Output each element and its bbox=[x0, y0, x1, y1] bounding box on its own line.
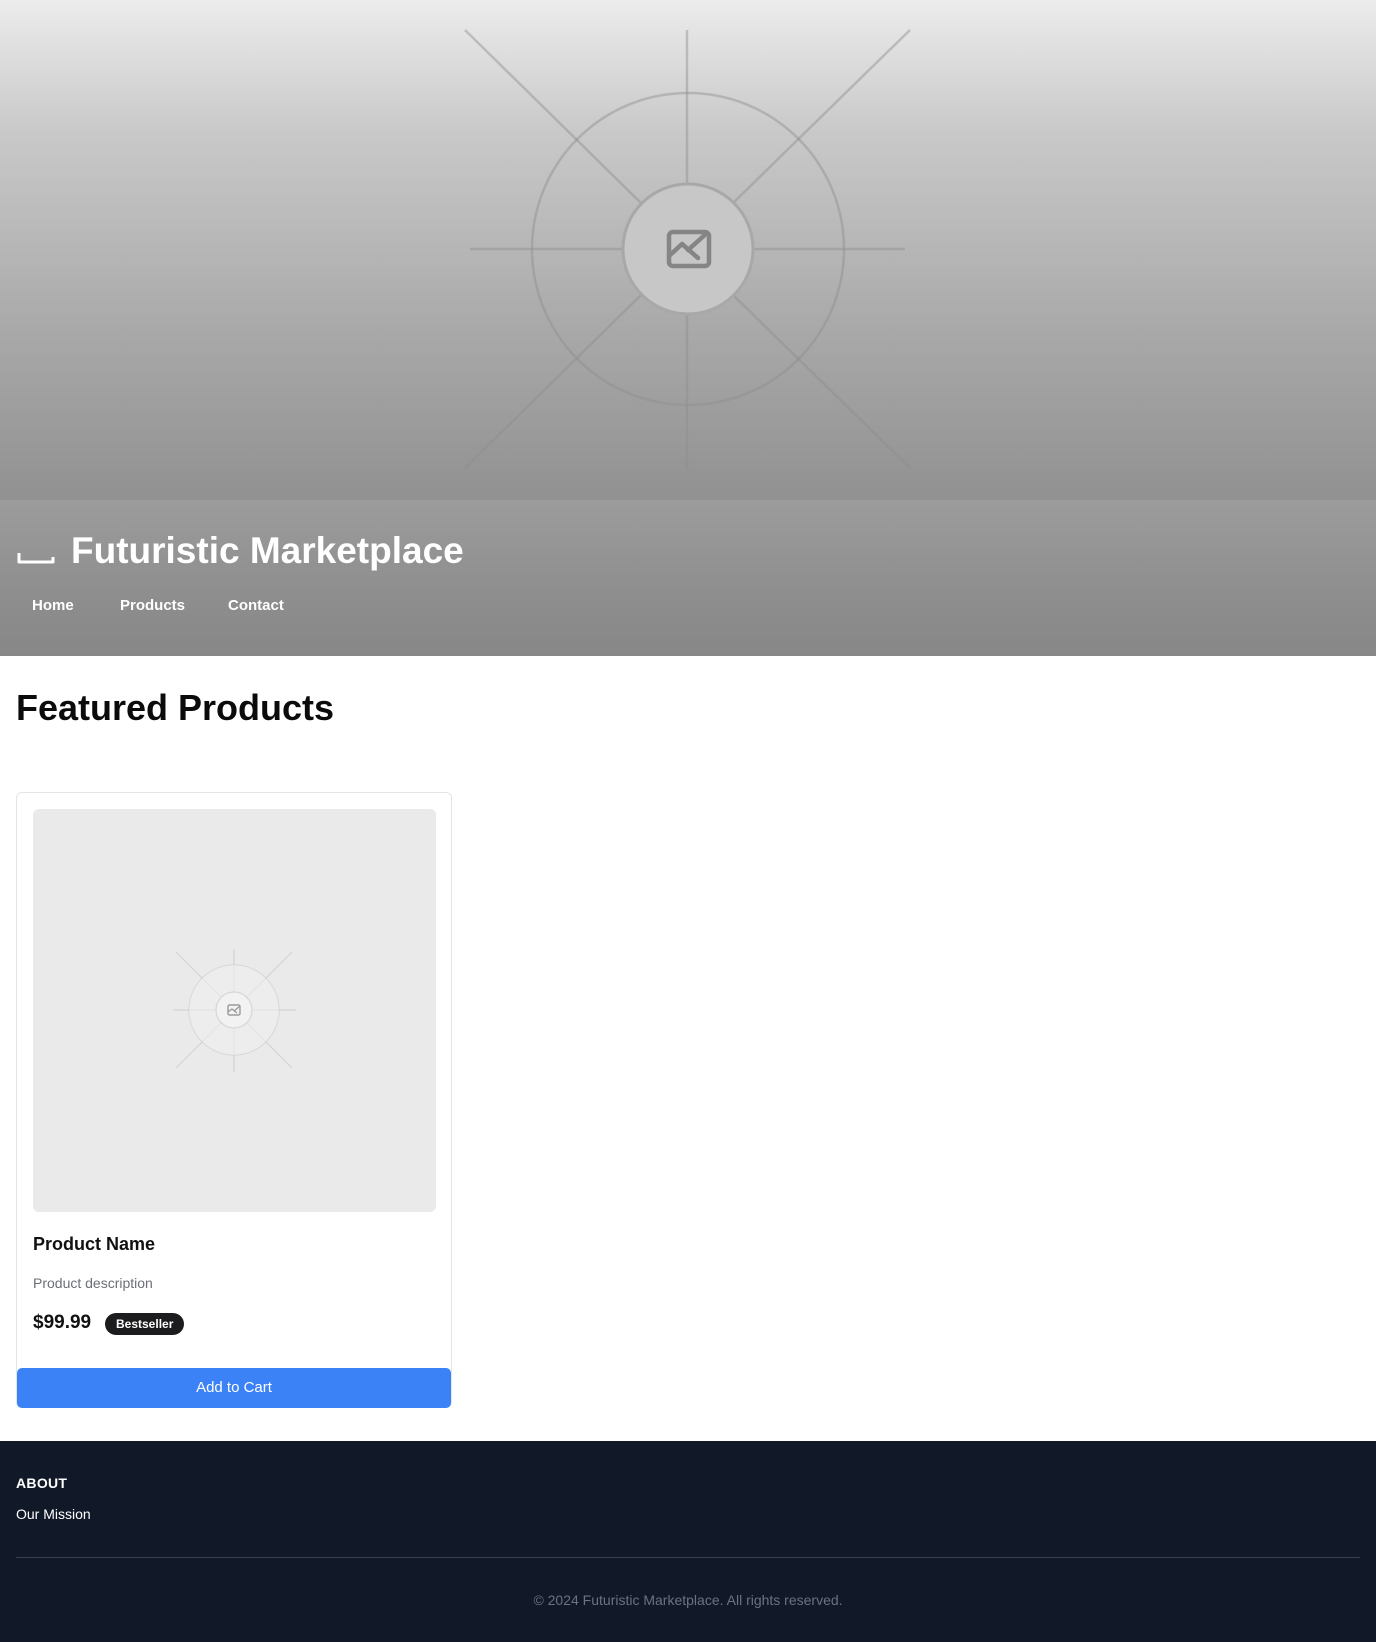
footer-about-heading: ABOUT bbox=[16, 1475, 68, 1491]
nav-link-products[interactable]: Products bbox=[120, 596, 185, 616]
product-image-placeholder bbox=[173, 949, 296, 1072]
nav-link-home[interactable]: Home bbox=[32, 596, 74, 616]
bestseller-badge: Bestseller bbox=[105, 1313, 185, 1335]
nav-link-contact[interactable]: Contact bbox=[228, 596, 284, 616]
site-footer: ABOUT Our Mission © 2024 Futuristic Mark… bbox=[0, 1441, 1376, 1642]
product-image[interactable] bbox=[33, 809, 436, 1212]
underscore-logo-icon[interactable] bbox=[17, 551, 55, 565]
footer-link-our-mission[interactable]: Our Mission bbox=[16, 1504, 91, 1524]
header-bar bbox=[0, 500, 1376, 656]
product-description: Product description bbox=[33, 1275, 153, 1291]
hero-header: Futuristic Marketplace Home Products Con… bbox=[0, 0, 1376, 656]
product-name[interactable]: Product Name bbox=[33, 1231, 155, 1257]
footer-divider bbox=[16, 1557, 1360, 1558]
product-card: Product Name Product description $99.99 … bbox=[16, 792, 452, 1408]
product-price: $99.99 bbox=[33, 1312, 92, 1333]
hero-image-placeholder bbox=[464, 29, 911, 470]
section-title: Featured Products bbox=[16, 687, 335, 728]
add-to-cart-button[interactable]: Add to Cart bbox=[17, 1368, 451, 1408]
site-title[interactable]: Futuristic Marketplace bbox=[71, 528, 464, 574]
copyright-text: © 2024 Futuristic Marketplace. All right… bbox=[533, 1592, 843, 1608]
